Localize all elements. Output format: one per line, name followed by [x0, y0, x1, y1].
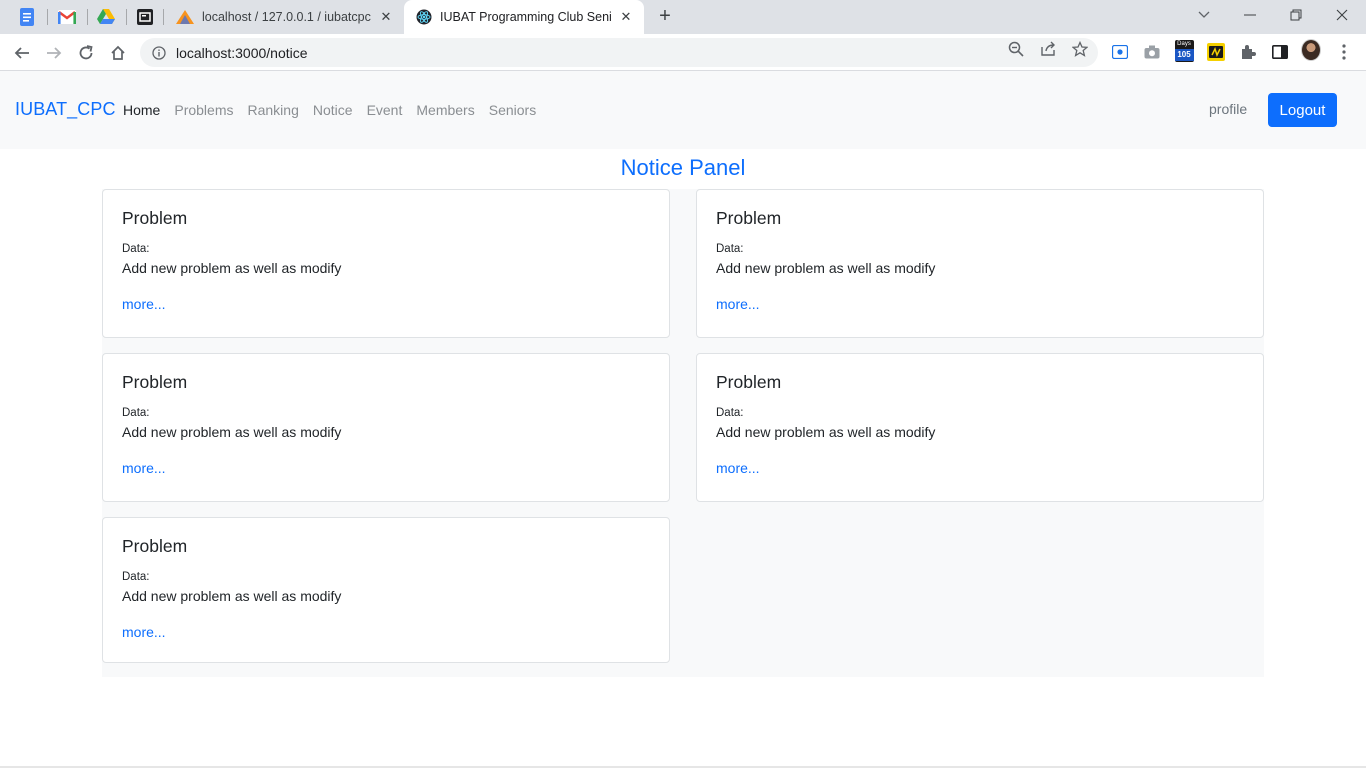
card-data-label: Data:: [716, 407, 744, 419]
extension-yellow-icon[interactable]: [1206, 42, 1226, 62]
star-icon[interactable]: [1071, 40, 1089, 58]
chevron-down-icon: [1198, 11, 1210, 18]
more-link[interactable]: more...: [716, 296, 760, 312]
phpmyadmin-icon: [176, 10, 194, 24]
new-tab-button[interactable]: +: [654, 6, 676, 28]
more-link[interactable]: more...: [122, 624, 166, 640]
card-data-label: Data:: [122, 407, 150, 419]
reload-button[interactable]: [72, 39, 100, 67]
gmail-icon: [58, 10, 76, 24]
card-title: Problem: [716, 372, 782, 392]
minimize-button[interactable]: [1227, 0, 1273, 30]
home-button[interactable]: [104, 39, 132, 67]
card-text: Add new problem as well as modify: [716, 424, 936, 440]
google-docs-icon: [20, 8, 34, 26]
pinned-tab-drive[interactable]: [87, 0, 125, 34]
google-drive-icon: [97, 9, 115, 24]
close-icon[interactable]: ✕: [618, 9, 634, 25]
card-title: Problem: [122, 536, 188, 556]
nav-link-seniors[interactable]: Seniors: [489, 102, 536, 118]
pinned-tab-app[interactable]: [126, 0, 164, 34]
pinned-tab-docs[interactable]: [8, 0, 46, 34]
camera-icon[interactable]: [1142, 42, 1162, 62]
nav-links: Home Problems Ranking Notice Event Membe…: [123, 102, 536, 118]
site-brand[interactable]: IUBAT_CPC: [15, 99, 116, 120]
card-title: Problem: [122, 372, 188, 392]
card-text: Add new problem as well as modify: [716, 260, 936, 276]
card-title: Problem: [716, 208, 782, 228]
arrow-right-icon: [47, 47, 62, 59]
logout-button[interactable]: Logout: [1268, 93, 1337, 127]
card-title: Problem: [122, 208, 188, 228]
card-text: Add new problem as well as modify: [122, 260, 342, 276]
notice-card: Problem Data: Add new problem as well as…: [696, 353, 1264, 502]
react-icon: [416, 9, 432, 25]
browser-tab-strip: localhost / 127.0.0.1 / iubatcpc / ✕ IUB…: [0, 0, 1366, 34]
address-url: localhost:3000/notice: [176, 44, 308, 61]
days-counter-extension[interactable]: Days 105: [1174, 40, 1194, 62]
tab-phpmyadmin[interactable]: localhost / 127.0.0.1 / iubatcpc / ✕: [164, 0, 404, 34]
puzzle-icon[interactable]: [1238, 42, 1258, 62]
address-bar[interactable]: localhost:3000/notice: [140, 38, 1098, 67]
restore-button[interactable]: [1273, 0, 1319, 30]
nav-link-event[interactable]: Event: [367, 102, 403, 118]
close-icon[interactable]: ✕: [378, 9, 394, 25]
tab-title: localhost / 127.0.0.1 / iubatcpc /: [202, 10, 372, 24]
share-icon[interactable]: [1039, 40, 1057, 58]
reload-icon: [79, 45, 93, 60]
nav-link-members[interactable]: Members: [416, 102, 474, 118]
notice-card: Problem Data: Add new problem as well as…: [696, 189, 1264, 338]
more-link[interactable]: more...: [122, 460, 166, 476]
calendar-icon: Days 105: [1174, 40, 1194, 62]
close-window-button[interactable]: [1319, 0, 1365, 30]
avatar: [1301, 39, 1321, 61]
nav-link-home[interactable]: Home: [123, 102, 160, 118]
info-icon[interactable]: [152, 45, 166, 60]
profile-avatar[interactable]: [1301, 39, 1321, 61]
page-title: Notice Panel: [620, 155, 746, 180]
more-link[interactable]: more...: [122, 296, 166, 312]
close-icon: [1336, 9, 1348, 21]
card-text: Add new problem as well as modify: [122, 588, 342, 604]
menu-button[interactable]: [1334, 42, 1354, 62]
arrow-left-icon: [14, 47, 29, 59]
app-window-icon: [137, 9, 153, 25]
card-data-label: Data:: [122, 571, 150, 583]
minimize-icon: [1244, 14, 1256, 16]
tab-search-button[interactable]: [1181, 0, 1227, 30]
profile-link[interactable]: profile: [1209, 101, 1247, 117]
tab-title: IUBAT Programming Club Senior: [440, 10, 612, 24]
nav-link-notice[interactable]: Notice: [313, 102, 353, 118]
notice-card: Problem Data: Add new problem as well as…: [102, 189, 670, 338]
screen-record-icon[interactable]: [1110, 42, 1130, 62]
notice-card: Problem Data: Add new problem as well as…: [102, 353, 670, 502]
card-text: Add new problem as well as modify: [122, 424, 342, 440]
back-button[interactable]: [8, 39, 36, 67]
site-navbar: IUBAT_CPC Home Problems Ranking Notice E…: [0, 71, 1366, 149]
more-vertical-icon: [1342, 44, 1346, 60]
notice-card: Problem Data: Add new problem as well as…: [102, 517, 670, 663]
restore-icon: [1290, 9, 1302, 21]
home-icon: [111, 45, 125, 60]
browser-toolbar: localhost:3000/notice Days 105: [0, 34, 1366, 71]
nav-link-ranking[interactable]: Ranking: [248, 102, 299, 118]
card-data-label: Data:: [122, 243, 150, 255]
pinned-tab-gmail[interactable]: [48, 0, 86, 34]
card-data-label: Data:: [716, 243, 744, 255]
zoom-icon[interactable]: [1007, 40, 1025, 58]
web-page: IUBAT_CPC Home Problems Ranking Notice E…: [0, 71, 1366, 768]
side-panel-icon[interactable]: [1270, 42, 1290, 62]
nav-link-problems[interactable]: Problems: [174, 102, 233, 118]
more-link[interactable]: more...: [716, 460, 760, 476]
tab-iubat-club[interactable]: IUBAT Programming Club Senior ✕: [404, 0, 644, 34]
forward-button[interactable]: [40, 39, 68, 67]
